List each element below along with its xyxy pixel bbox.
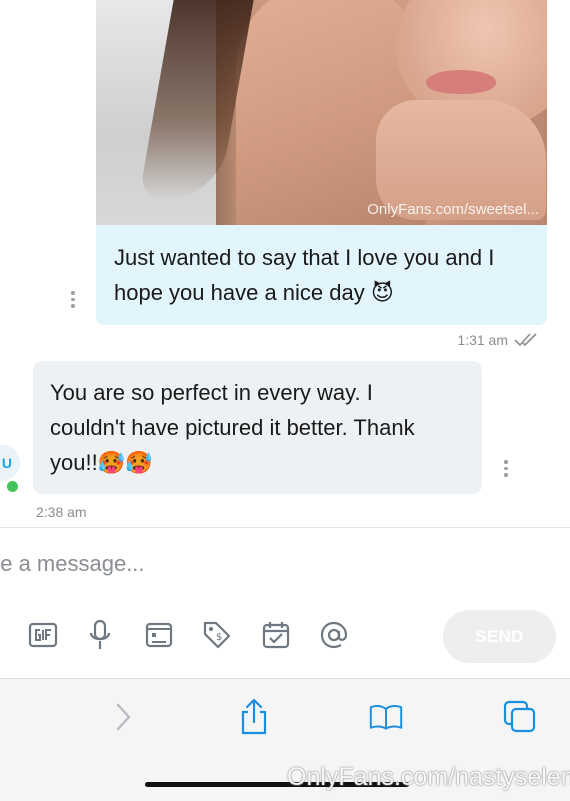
outgoing-message-line2: hope you have a nice day [114, 280, 365, 305]
composer-divider [0, 527, 570, 528]
at-sign-icon[interactable] [318, 618, 350, 652]
incoming-message-bubble: You are so perfect in every way. I could… [33, 361, 482, 494]
avatar[interactable]: U [0, 445, 20, 481]
incoming-message-line3: you!! [50, 450, 98, 475]
outgoing-message-line1: Just wanted to say that I love you and I [114, 245, 495, 270]
online-status-dot [5, 479, 20, 494]
double-check-icon [514, 333, 537, 347]
outgoing-message-time: 1:31 am [457, 332, 508, 348]
svg-text:$: $ [216, 632, 222, 643]
incoming-message-options-icon[interactable] [504, 460, 508, 480]
send-button[interactable]: SEND [443, 610, 556, 663]
price-tag-icon[interactable]: $ [201, 618, 233, 652]
incoming-message-time: 2:38 am [36, 504, 87, 520]
incoming-message-line2: couldn't have pictured it better. Thank [50, 415, 415, 440]
outgoing-message-bubble: Just wanted to say that I love you and I… [96, 225, 547, 325]
bookmarks-icon[interactable] [369, 698, 403, 736]
outgoing-message-meta: 1:31 am [457, 332, 542, 348]
message-input[interactable] [0, 545, 550, 583]
chat-photo[interactable]: OnlyFans.com/sweetsel... [96, 0, 547, 225]
tabs-icon[interactable] [503, 698, 537, 736]
bottom-watermark: OnlyFans.com/nastyselene [287, 763, 570, 791]
gif-icon[interactable] [27, 618, 59, 652]
outgoing-message-options-icon[interactable] [71, 291, 75, 311]
image-icon[interactable] [143, 618, 175, 652]
microphone-icon[interactable] [84, 618, 116, 652]
hot-face-emoji: 🥵🥵 [97, 451, 153, 476]
devil-emoji: 😈 [370, 281, 394, 306]
incoming-message-line1: You are so perfect in every way. I [50, 380, 373, 405]
forward-icon[interactable] [106, 698, 140, 736]
share-icon[interactable] [237, 698, 271, 736]
calendar-icon[interactable] [260, 618, 292, 652]
photo-lips [426, 70, 496, 94]
avatar-initial: U [1, 455, 12, 471]
photo-watermark: OnlyFans.com/sweetsel... [367, 201, 539, 218]
